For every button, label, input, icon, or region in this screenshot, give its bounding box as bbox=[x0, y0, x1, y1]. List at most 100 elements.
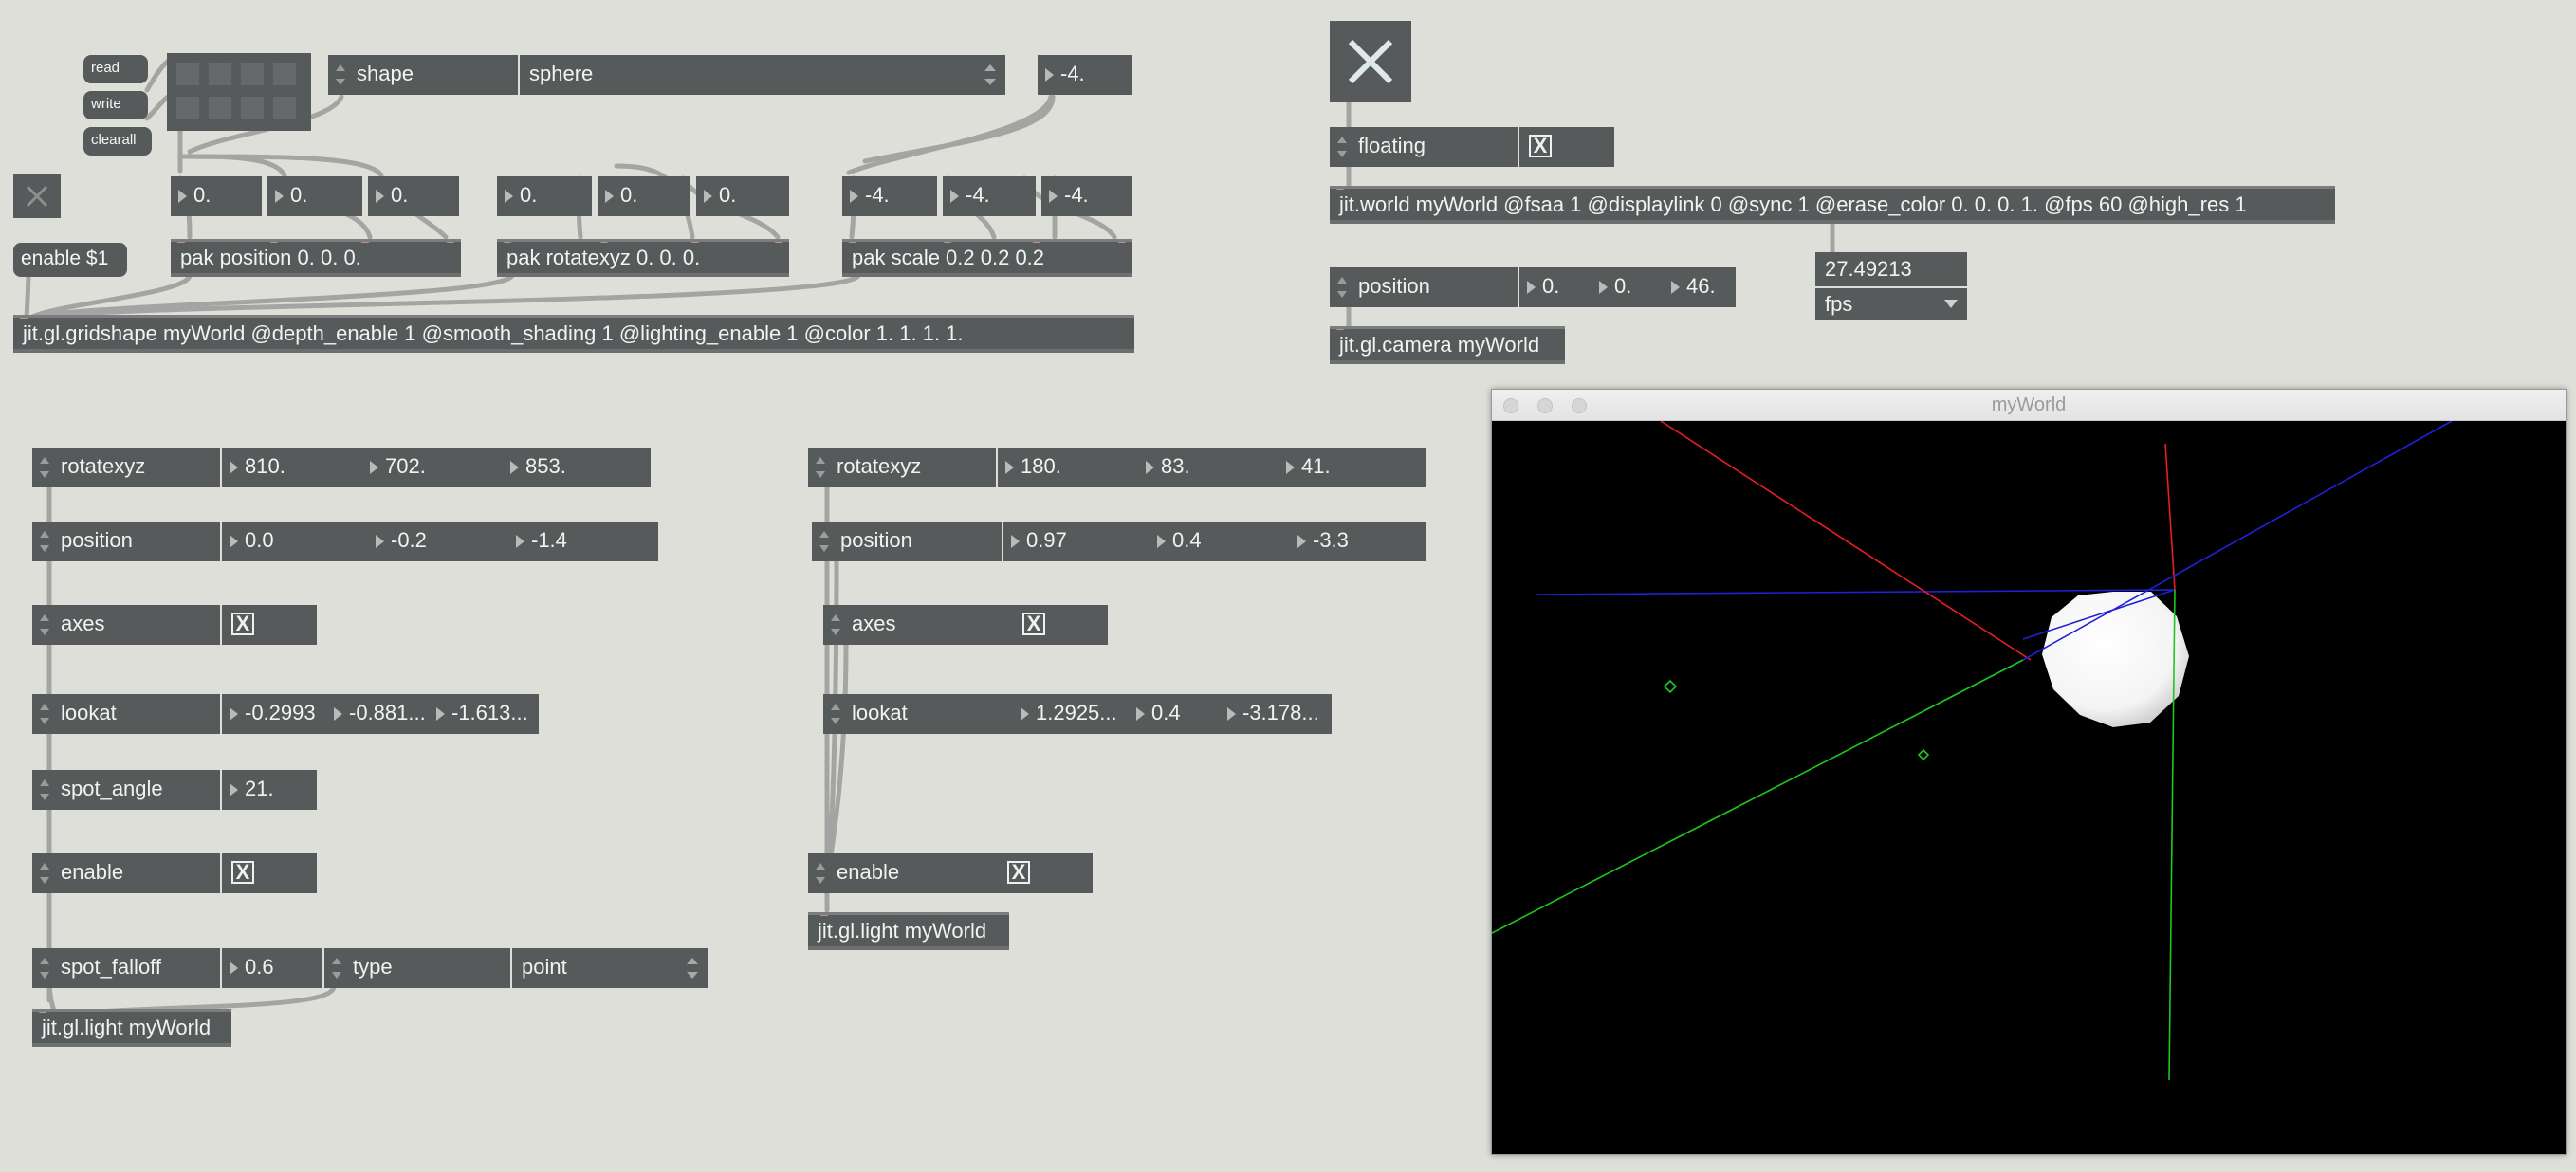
inlet[interactable] bbox=[38, 1012, 47, 1013]
light2-position-attrui[interactable]: position bbox=[812, 522, 1002, 561]
pak-rotatexyz-object[interactable]: pak rotatexyz 0. 0. 0. bbox=[497, 239, 789, 277]
inlet[interactable] bbox=[848, 242, 857, 243]
scale-number-input[interactable]: -4. bbox=[1038, 55, 1132, 95]
inlet[interactable] bbox=[1117, 242, 1127, 243]
scale-y-input[interactable]: -4. bbox=[943, 176, 1036, 216]
outlet[interactable] bbox=[1339, 220, 1349, 224]
outlet[interactable] bbox=[816, 946, 825, 950]
outlet[interactable] bbox=[856, 273, 865, 277]
light1-position-attrui[interactable]: position bbox=[32, 522, 220, 561]
camera-pos-x-input[interactable]: 0. bbox=[1519, 267, 1599, 307]
inlet[interactable] bbox=[269, 242, 279, 243]
light1-pos-x[interactable]: 0.0 bbox=[222, 522, 374, 561]
rot-z-input[interactable]: 0. bbox=[696, 176, 789, 216]
light1-lookat-z[interactable]: -1.613... bbox=[429, 694, 539, 734]
light1-rotatexyz-attrui[interactable]: rotatexyz bbox=[32, 448, 220, 487]
outlet[interactable] bbox=[40, 1043, 49, 1047]
light2-axes-attrui[interactable]: axes bbox=[823, 605, 1013, 645]
jit-gl-gridshape-object[interactable]: jit.gl.gridshape myWorld @depth_enable 1… bbox=[13, 315, 1134, 353]
inlet[interactable] bbox=[690, 242, 700, 243]
enable-toggle[interactable] bbox=[13, 174, 61, 218]
pos-z-input[interactable]: 0. bbox=[368, 176, 459, 216]
light1-pos-y[interactable]: -0.2 bbox=[368, 522, 516, 561]
fps-menu[interactable]: fps bbox=[1815, 288, 1967, 320]
light1-pos-z[interactable]: -1.4 bbox=[508, 522, 658, 561]
close-button[interactable] bbox=[1330, 21, 1411, 102]
preset-slot[interactable] bbox=[176, 63, 199, 85]
inlet[interactable] bbox=[446, 242, 455, 243]
inlet[interactable] bbox=[819, 915, 829, 916]
preset-slot[interactable] bbox=[273, 63, 296, 85]
preset-slot[interactable] bbox=[176, 97, 199, 119]
light2-jit-gl-light-object[interactable]: jit.gl.light myWorld bbox=[808, 912, 1009, 950]
inlet[interactable] bbox=[599, 242, 609, 243]
inlet[interactable] bbox=[19, 318, 28, 319]
render-window-titlebar[interactable]: myWorld bbox=[1492, 390, 2566, 421]
light1-rot-z[interactable]: 853. bbox=[503, 448, 651, 487]
light1-lookat-attrui[interactable]: lookat bbox=[32, 694, 220, 734]
inlet[interactable] bbox=[1335, 189, 1345, 190]
light2-enable-checkbox[interactable]: X bbox=[998, 853, 1093, 893]
pak-position-object[interactable]: pak position 0. 0. 0. bbox=[171, 239, 461, 277]
inlet[interactable] bbox=[943, 242, 952, 243]
outlet[interactable] bbox=[1337, 360, 1347, 364]
light1-type-attrui[interactable]: type bbox=[324, 948, 510, 988]
preset-slot[interactable] bbox=[241, 63, 264, 85]
inlet[interactable] bbox=[1032, 242, 1041, 243]
light2-rot-x[interactable]: 180. bbox=[998, 448, 1144, 487]
inlet[interactable] bbox=[360, 242, 370, 243]
clearall-button[interactable]: clearall bbox=[83, 127, 152, 156]
preset-slot[interactable] bbox=[273, 97, 296, 119]
camera-pos-y-input[interactable]: 0. bbox=[1592, 267, 1671, 307]
inlet[interactable] bbox=[774, 242, 783, 243]
light1-jit-gl-light-object[interactable]: jit.gl.light myWorld bbox=[32, 1009, 231, 1047]
light2-enable-attrui[interactable]: enable bbox=[808, 853, 998, 893]
read-button[interactable]: read bbox=[83, 55, 148, 83]
write-button[interactable]: write bbox=[83, 91, 148, 119]
light1-spot-falloff-input[interactable]: 0.6 bbox=[222, 948, 322, 988]
light2-axes-checkbox[interactable]: X bbox=[1013, 605, 1108, 645]
preset-slot[interactable] bbox=[241, 97, 264, 119]
light2-pos-x[interactable]: 0.97 bbox=[1003, 522, 1155, 561]
light2-rot-z[interactable]: 41. bbox=[1279, 448, 1426, 487]
preset-slot[interactable] bbox=[209, 97, 231, 119]
outlet[interactable] bbox=[1827, 220, 1836, 224]
light1-enable-checkbox[interactable]: X bbox=[222, 853, 317, 893]
outlet[interactable] bbox=[1117, 349, 1127, 353]
scale-z-input[interactable]: -4. bbox=[1041, 176, 1132, 216]
inlet[interactable] bbox=[503, 242, 512, 243]
window-minimize-icon[interactable] bbox=[1537, 398, 1553, 413]
light1-lookat-x[interactable]: -0.2993 bbox=[222, 694, 328, 734]
window-zoom-icon[interactable] bbox=[1572, 398, 1587, 413]
inlet[interactable] bbox=[1335, 329, 1345, 330]
light2-pos-y[interactable]: 0.4 bbox=[1150, 522, 1297, 561]
light1-spot-falloff-attrui[interactable]: spot_falloff bbox=[32, 948, 220, 988]
preset-grid[interactable] bbox=[167, 53, 311, 131]
jit-gl-camera-object[interactable]: jit.gl.camera myWorld bbox=[1330, 326, 1565, 364]
light2-rot-y[interactable]: 83. bbox=[1138, 448, 1284, 487]
light1-lookat-y[interactable]: -0.881... bbox=[326, 694, 431, 734]
window-close-icon[interactable] bbox=[1503, 398, 1518, 413]
floating-checkbox[interactable]: X bbox=[1519, 127, 1614, 167]
outlet[interactable] bbox=[510, 273, 520, 277]
pos-y-input[interactable]: 0. bbox=[267, 176, 362, 216]
light2-rotatexyz-attrui[interactable]: rotatexyz bbox=[808, 448, 996, 487]
light1-type-menu[interactable]: point bbox=[512, 948, 708, 988]
render-view[interactable] bbox=[1492, 421, 2566, 1154]
camera-pos-z-input[interactable]: 46. bbox=[1664, 267, 1736, 307]
rot-y-input[interactable]: 0. bbox=[598, 176, 690, 216]
shape-attrui[interactable]: shape bbox=[328, 55, 518, 95]
rot-x-input[interactable]: 0. bbox=[497, 176, 592, 216]
outlet[interactable] bbox=[184, 273, 193, 277]
outlet[interactable] bbox=[21, 349, 30, 353]
floating-attrui[interactable]: floating bbox=[1330, 127, 1518, 167]
inlet[interactable] bbox=[176, 242, 186, 243]
light1-enable-attrui[interactable]: enable bbox=[32, 853, 220, 893]
light2-lookat-z[interactable]: -3.178... bbox=[1220, 694, 1332, 734]
light1-axes-checkbox[interactable]: X bbox=[222, 605, 317, 645]
camera-position-attrui[interactable]: position bbox=[1330, 267, 1518, 307]
shape-menu[interactable]: sphere bbox=[520, 55, 1005, 95]
light2-pos-z[interactable]: -3.3 bbox=[1290, 522, 1426, 561]
render-window[interactable]: myWorld bbox=[1491, 389, 2567, 1155]
pos-x-input[interactable]: 0. bbox=[171, 176, 262, 216]
